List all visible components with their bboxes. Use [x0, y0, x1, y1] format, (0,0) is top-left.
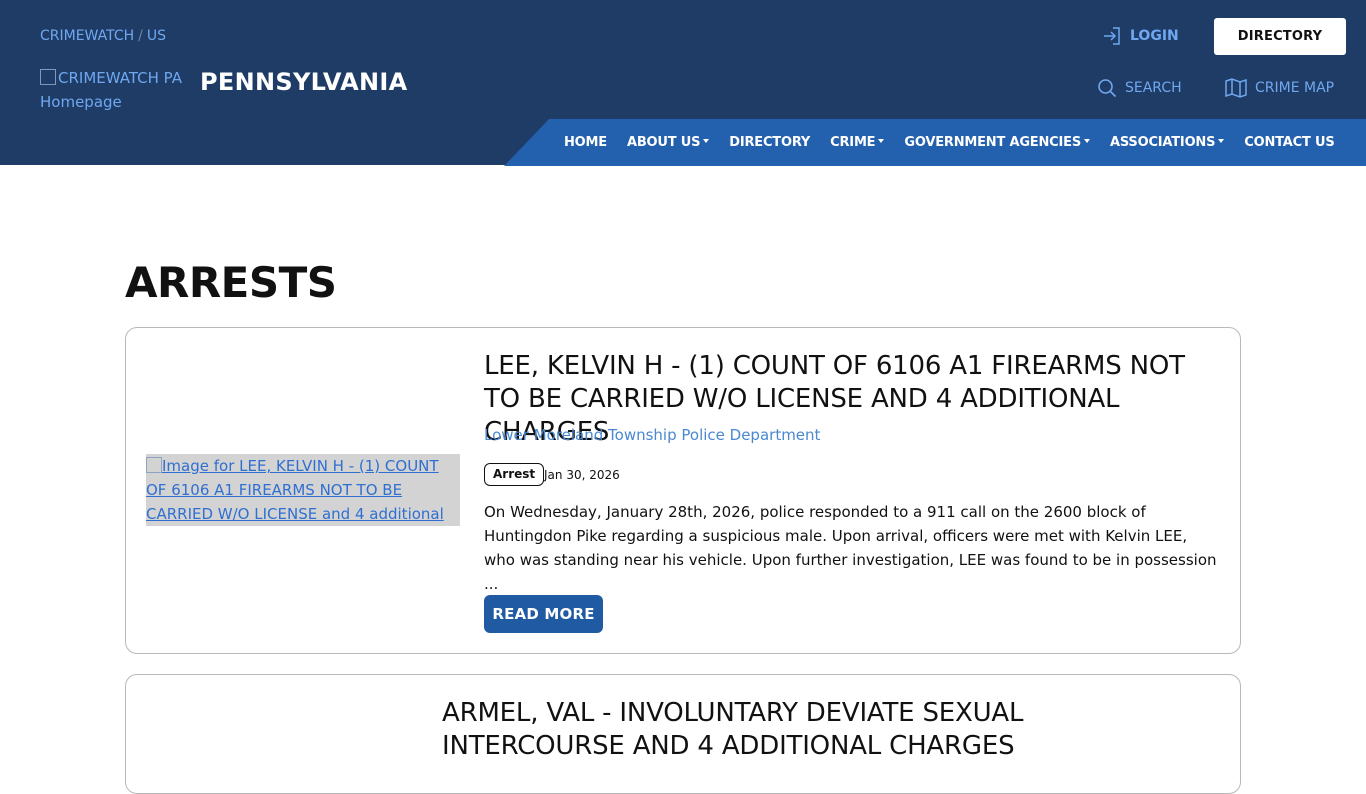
nav-directory[interactable]: DIRECTORY — [729, 135, 810, 150]
breadcrumb-separator: / — [138, 28, 143, 44]
search-label: SEARCH — [1125, 80, 1182, 96]
nav-directory-label: DIRECTORY — [729, 135, 811, 150]
arrest-description: On Wednesday, January 28th, 2026, police… — [484, 503, 1217, 593]
nav-contact-us-label: CONTACT US — [1244, 135, 1335, 150]
directory-button[interactable]: DIRECTORY — [1214, 18, 1346, 55]
nav-associations[interactable]: ASSOCIATIONS — [1109, 135, 1225, 150]
crime-map-label: CRIME MAP — [1255, 80, 1335, 96]
chevron-down-icon — [1083, 139, 1090, 143]
thumbnail-alt-text: Image for LEE, KELVIN H - (1) COUNT OF 6… — [146, 457, 444, 523]
search-link[interactable]: SEARCH — [1097, 78, 1182, 98]
login-label: LOGIN — [1130, 28, 1179, 44]
chevron-down-icon — [1218, 139, 1225, 143]
chevron-down-icon — [878, 139, 885, 143]
breadcrumb-us[interactable]: US — [147, 28, 166, 44]
agency-link[interactable]: Lower Moreland Township Police Departmen… — [484, 426, 820, 444]
nav-home[interactable]: HOME — [564, 135, 607, 150]
nav-contact-us[interactable]: CONTACT US — [1244, 135, 1334, 150]
nav-crime-label: CRIME — [830, 135, 876, 150]
breadcrumb-crimewatch[interactable]: CRIMEWATCH — [40, 28, 134, 44]
map-icon — [1225, 78, 1247, 98]
search-icon — [1098, 79, 1117, 98]
nav-associations-label: ASSOCIATIONS — [1109, 135, 1216, 150]
arrest-thumbnail[interactable]: Image for LEE, KELVIN H - (1) COUNT OF 6… — [146, 454, 460, 526]
arrest-title[interactable]: ARMEL, VAL - INVOLUNTARY DEVIATE SEXUAL … — [442, 697, 1142, 763]
nav-government-agencies[interactable]: GOVERNMENT AGENCIES — [904, 135, 1090, 150]
read-more-button[interactable]: READ MORE — [484, 595, 603, 633]
broken-image-icon — [146, 457, 162, 473]
login-link[interactable]: LOGIN — [1102, 26, 1179, 46]
main-nav: HOME ABOUT US DIRECTORY CRIME GOVERNMENT… — [564, 119, 1355, 166]
arrest-card: Image for LEE, KELVIN H - (1) COUNT OF 6… — [125, 327, 1241, 654]
nav-government-agencies-label: GOVERNMENT AGENCIES — [904, 135, 1081, 150]
breadcrumb: CRIMEWATCH / US — [40, 28, 166, 44]
site-logo[interactable]: CRIMEWATCH PA Homepage — [40, 66, 190, 114]
nav-crime[interactable]: CRIME — [830, 135, 885, 150]
nav-about-us-label: ABOUT US — [626, 135, 701, 150]
chevron-down-icon — [703, 139, 710, 143]
nav-about-us[interactable]: ABOUT US — [626, 135, 710, 150]
state-title[interactable]: PENNSYLVANIA — [200, 68, 408, 96]
category-badge: Arrest — [484, 463, 545, 486]
broken-image-icon — [40, 69, 56, 85]
post-date: Jan 30, 2026 — [544, 468, 620, 482]
logo-alt-text: CRIMEWATCH PA Homepage — [40, 69, 182, 111]
nav-home-label: HOME — [564, 135, 607, 150]
arrest-card: ARMEL, VAL - INVOLUNTARY DEVIATE SEXUAL … — [125, 674, 1241, 794]
page-title: ARRESTS — [125, 258, 337, 307]
login-icon — [1104, 27, 1120, 45]
crime-map-link[interactable]: CRIME MAP — [1225, 78, 1334, 98]
